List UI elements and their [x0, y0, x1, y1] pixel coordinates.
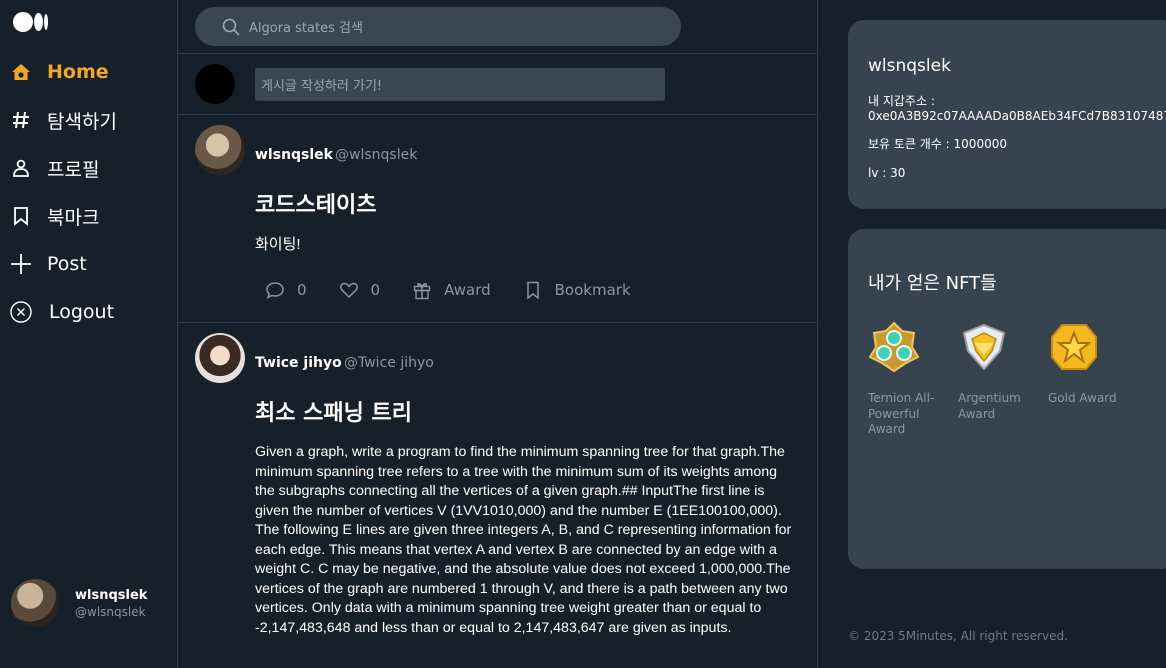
- nft-item[interactable]: Gold Award: [1048, 321, 1120, 407]
- sidebar-item-profile[interactable]: 프로필: [10, 153, 99, 183]
- post-title[interactable]: 코드스테이츠: [255, 187, 376, 219]
- feed: Algora states 검색 게시글 작성하러 가기! wlsnqslek …: [178, 0, 818, 668]
- like-count: 0: [370, 281, 381, 299]
- close-circle-icon: [10, 301, 32, 323]
- gift-icon: [413, 283, 431, 300]
- post-author-name[interactable]: Twice jihyo: [255, 355, 342, 371]
- nft-card-title: 내가 얻은 NFT들: [868, 273, 997, 294]
- gold-award-icon: [1051, 324, 1097, 370]
- medium-logo-icon[interactable]: [13, 12, 48, 32]
- nft-name: Argentium Award: [958, 391, 1021, 421]
- bookmark-icon: [10, 205, 32, 227]
- sidebar-item-label: 북마크: [47, 206, 100, 229]
- ternion-award-icon: [868, 321, 920, 373]
- post-title[interactable]: 최소 스패닝 트리: [255, 395, 412, 427]
- sidebar-item-post[interactable]: Post: [10, 249, 87, 279]
- search-input[interactable]: Algora states 검색: [249, 17, 363, 36]
- sidebar-item-home[interactable]: Home: [10, 57, 109, 87]
- avatar: [195, 64, 235, 104]
- sidebar: Home 탐색하기 프로필 북마크 Post Logout wlsnqslek …: [0, 0, 178, 668]
- sidebar-user-name: wlsnqslek: [75, 587, 148, 603]
- avatar[interactable]: [195, 125, 245, 175]
- footer-copyright: © 2023 5Minutes, All right reserved.: [848, 629, 1068, 643]
- plus-icon: [10, 253, 32, 275]
- sidebar-user-handle: @wlsnqslek: [75, 604, 146, 619]
- composer: 게시글 작성하러 가기!: [178, 53, 817, 115]
- wallet-address: 0xe0A3B92c07AAAADa0B8AEb34FCd7B831074872…: [868, 109, 1166, 123]
- post-author-name[interactable]: wlsnqslek: [255, 147, 333, 163]
- search-bar[interactable]: Algora states 검색: [195, 7, 681, 46]
- bookmark-label: Bookmark: [554, 281, 631, 299]
- profile-username: wlsnqslek: [868, 56, 951, 76]
- award-label: Award: [444, 281, 491, 299]
- wallet-label: 내 지갑주소 :: [868, 94, 935, 108]
- bookmark-icon: [526, 281, 539, 300]
- nft-card: 내가 얻은 NFT들 Ternion All-Powerful Award Ar…: [848, 229, 1166, 569]
- home-icon: [10, 61, 32, 83]
- award-button[interactable]: Award: [412, 280, 491, 300]
- argentium-award-icon: [962, 323, 1006, 371]
- post-card: wlsnqslek @wlsnqslek 코드스테이츠 화이팅! 0 0 Awa…: [178, 115, 817, 323]
- sidebar-item-label: Logout: [49, 301, 115, 323]
- bookmark-button[interactable]: Bookmark: [523, 280, 631, 300]
- sidebar-item-label: 프로필: [47, 158, 100, 181]
- sidebar-item-explore[interactable]: 탐색하기: [10, 105, 117, 135]
- like-button[interactable]: 0: [339, 280, 381, 300]
- nft-item[interactable]: Ternion All-Powerful Award: [868, 321, 940, 438]
- sidebar-user[interactable]: wlsnqslek @wlsnqslek: [11, 579, 147, 627]
- post-card: Twice jihyo @Twice jihyo 최소 스패닝 트리 Given…: [178, 323, 817, 668]
- post-actions: 0 0 Award Bookmark: [265, 280, 663, 300]
- post-body: Given a graph, write a program to find t…: [255, 444, 792, 636]
- post-body: 화이팅!: [255, 236, 301, 253]
- nft-item[interactable]: Argentium Award: [958, 321, 1030, 422]
- avatar: [11, 579, 59, 627]
- user-level: lv : 30: [868, 166, 906, 180]
- search-icon: [222, 18, 240, 36]
- sidebar-item-logout[interactable]: Logout: [10, 297, 114, 327]
- post-author-handle: @Twice jihyo: [344, 355, 434, 371]
- compose-input[interactable]: 게시글 작성하러 가기!: [255, 68, 665, 101]
- avatar[interactable]: [195, 333, 245, 383]
- user-icon: [10, 157, 32, 179]
- nft-name: Ternion All-Powerful Award: [868, 391, 935, 436]
- post-author-handle: @wlsnqslek: [335, 147, 418, 163]
- sidebar-item-label: 탐색하기: [47, 110, 117, 133]
- profile-card: wlsnqslek 내 지갑주소 : 0xe0A3B92c07AAAADa0B8…: [848, 20, 1166, 209]
- comment-count: 0: [297, 281, 307, 299]
- nft-name: Gold Award: [1048, 391, 1117, 405]
- sidebar-item-label: Post: [47, 253, 87, 275]
- sidebar-item-label: Home: [47, 61, 109, 83]
- heart-icon: [339, 282, 358, 299]
- comment-icon: [266, 282, 284, 299]
- token-count: 보유 토큰 개수 : 1000000: [868, 137, 1007, 151]
- comment-button[interactable]: 0: [265, 280, 307, 300]
- sidebar-item-bookmark[interactable]: 북마크: [10, 201, 99, 231]
- hashtag-icon: [10, 109, 32, 131]
